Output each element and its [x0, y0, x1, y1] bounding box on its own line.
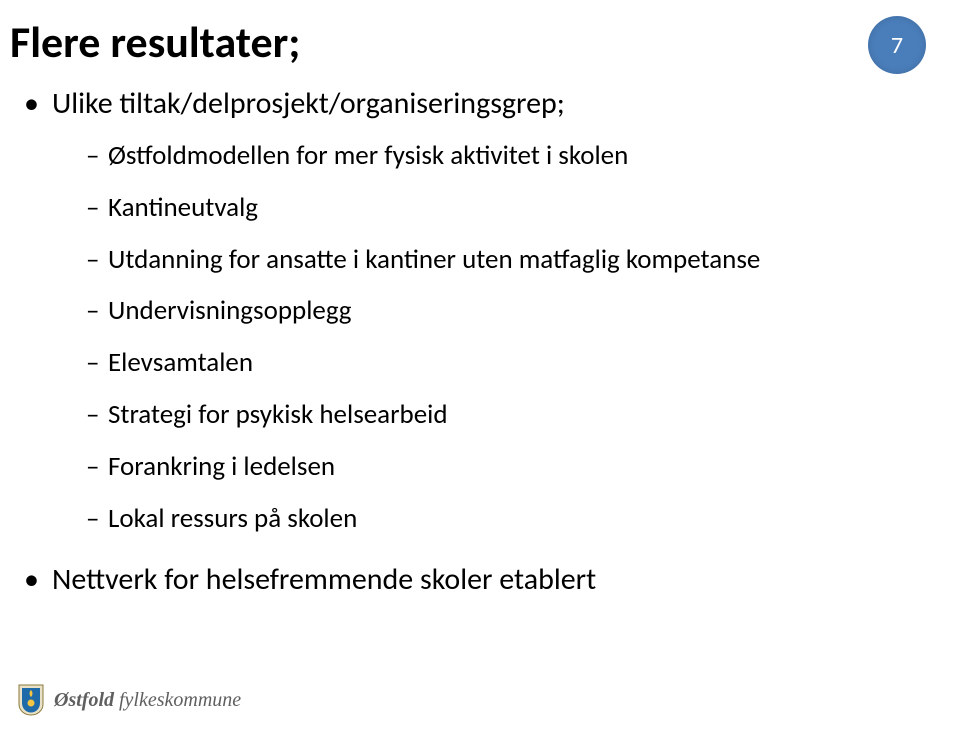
list-item-text: Nettverk for helsefremmende skoler etabl… — [52, 561, 596, 598]
list-item: Ulike tiltak/delprosjekt/organiseringsgr… — [24, 84, 932, 539]
sub-list-item: Østfoldmodellen for mer fysisk aktivitet… — [86, 135, 932, 177]
sub-list-item: Kantineutvalg — [86, 187, 932, 229]
page-number-badge: 7 — [868, 16, 926, 74]
sub-list-item: Lokal ressurs på skolen — [86, 498, 932, 540]
sub-list-item: Undervisningsopplegg — [86, 290, 932, 332]
sub-list-item: Utdanning for ansatte i kantiner uten ma… — [86, 239, 932, 281]
page-title: Flere resultater; — [10, 18, 932, 66]
slide: Flere resultater; 7 Ulike tiltak/delpros… — [0, 0, 960, 738]
brand-text: Østfold fylkeskommune — [54, 689, 241, 712]
sub-list-item: Strategi for psykisk helsearbeid — [86, 394, 932, 436]
brand-rest: fylkeskommune — [114, 689, 241, 711]
footer: Østfold fylkeskommune — [18, 684, 241, 716]
sub-list-item: Forankring i ledelsen — [86, 446, 932, 488]
list-item-text: Ulike tiltak/delprosjekt/organiseringsgr… — [52, 85, 565, 122]
sub-list-item: Elevsamtalen — [86, 342, 932, 384]
bullet-list: Ulike tiltak/delprosjekt/organiseringsgr… — [24, 84, 932, 600]
brand-bold: Østfold — [54, 689, 114, 711]
sub-list: Østfoldmodellen for mer fysisk aktivitet… — [86, 135, 932, 540]
list-item: Nettverk for helsefremmende skoler etabl… — [24, 560, 932, 601]
shield-icon — [18, 684, 44, 716]
